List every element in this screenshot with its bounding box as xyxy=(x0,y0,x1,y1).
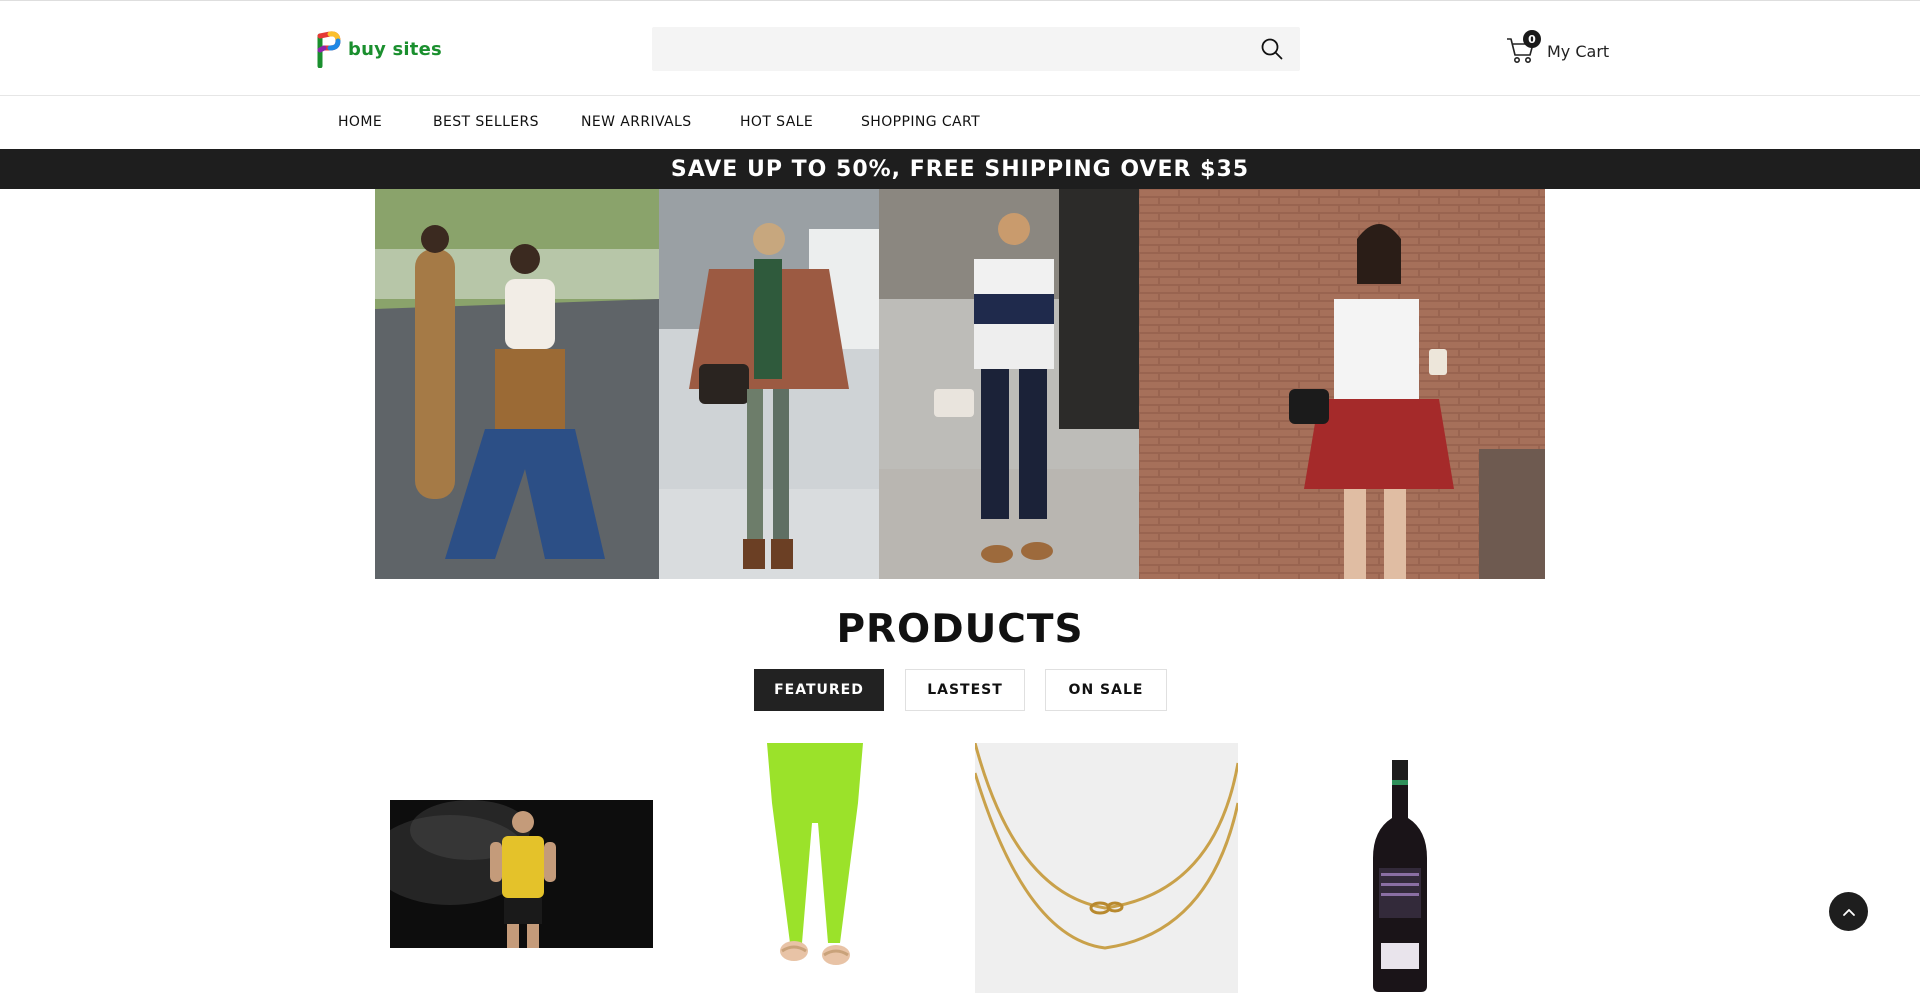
banner-panel-3 xyxy=(879,189,1139,579)
product-card-2[interactable] xyxy=(750,743,880,968)
banner-photo-1 xyxy=(375,189,659,579)
product-card-4[interactable] xyxy=(1365,758,1435,993)
chevron-up-icon xyxy=(1842,908,1855,916)
banner-photo-2 xyxy=(659,189,879,579)
main-nav: HOME BEST SELLERS NEW ARRIVALS HOT SALE … xyxy=(0,97,1920,149)
nav-item-hot-sale[interactable]: HOT SALE xyxy=(740,114,813,130)
cart-label: My Cart xyxy=(1547,41,1610,61)
product-tabs: FEATURED LASTEST ON SALE xyxy=(0,669,1920,711)
product-card-1[interactable] xyxy=(390,800,653,948)
search-input[interactable] xyxy=(652,27,1300,71)
hero-banner[interactable] xyxy=(375,189,1545,579)
product-image-3 xyxy=(975,743,1238,993)
product-card-3[interactable] xyxy=(975,743,1238,993)
nav-item-new-arrivals[interactable]: NEW ARRIVALS xyxy=(581,114,692,130)
cart-icon-wrap: 0 xyxy=(1506,30,1541,67)
product-image-2 xyxy=(750,743,880,968)
product-image-1 xyxy=(390,800,653,948)
banner-panel-2 xyxy=(659,189,879,579)
nav-item-shopping-cart[interactable]: SHOPPING CART xyxy=(861,114,980,130)
banner-panel-1 xyxy=(375,189,659,579)
logo-text: buy sites xyxy=(348,38,442,60)
site-logo[interactable]: buy sites xyxy=(316,30,442,68)
tab-lastest[interactable]: LASTEST xyxy=(905,669,1025,711)
site-header: buy sites 0 My Cart xyxy=(0,1,1920,96)
product-image-4 xyxy=(1365,758,1435,993)
nav-item-home[interactable]: HOME xyxy=(338,114,382,130)
tab-on-sale[interactable]: ON SALE xyxy=(1045,669,1167,711)
cart-button[interactable]: 0 My Cart xyxy=(1506,29,1609,69)
tab-featured[interactable]: FEATURED xyxy=(754,669,884,711)
banner-panel-4 xyxy=(1139,189,1545,579)
banner-photo-4 xyxy=(1139,189,1545,579)
promo-text: SAVE UP TO 50%, FREE SHIPPING OVER $35 xyxy=(670,156,1250,182)
search-button[interactable] xyxy=(1260,37,1284,61)
cart-count-badge: 0 xyxy=(1523,30,1541,48)
products-title: PRODUCTS xyxy=(836,607,1084,652)
nav-item-best-sellers[interactable]: BEST SELLERS xyxy=(433,114,539,130)
back-to-top-button[interactable] xyxy=(1829,892,1868,931)
banner-photo-3 xyxy=(879,189,1139,579)
search-icon xyxy=(1261,38,1283,60)
search-bar xyxy=(652,27,1300,71)
logo-mark-icon xyxy=(317,31,341,68)
promo-banner: SAVE UP TO 50%, FREE SHIPPING OVER $35 xyxy=(0,149,1920,189)
